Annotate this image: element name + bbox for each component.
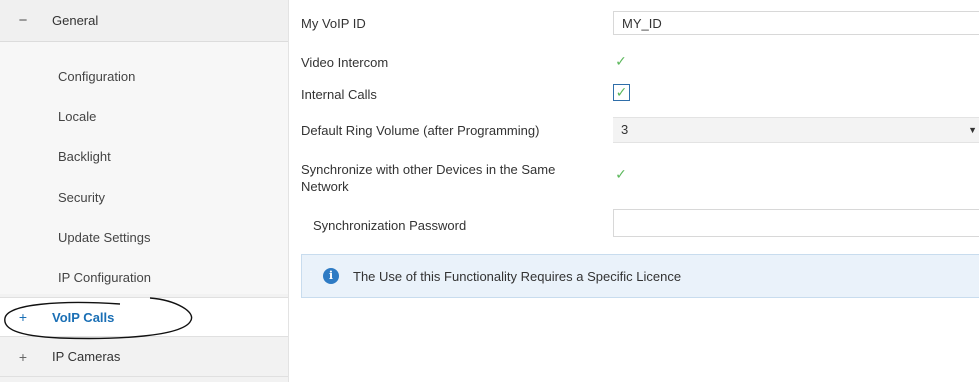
general-subitems: Configuration Locale Backlight Security … <box>0 42 288 294</box>
ring-volume-label: Default Ring Volume (after Programming) <box>301 123 540 138</box>
sidebar-item-configuration[interactable]: Configuration <box>58 69 135 84</box>
sync-password-label: Synchronization Password <box>313 218 467 233</box>
voip-id-input[interactable] <box>613 11 979 35</box>
sidebar-item-update-settings[interactable]: Update Settings <box>58 230 151 245</box>
video-intercom-checkbox[interactable]: ✓ <box>613 53 629 69</box>
dropdown-caret-icon[interactable]: ▼ <box>968 118 977 142</box>
sidebar-item-label: IP Cameras <box>52 349 121 364</box>
ring-volume-select[interactable]: 3 ▼ <box>613 117 979 143</box>
sync-password-input[interactable] <box>613 209 979 237</box>
sidebar-item-label: General <box>52 13 99 28</box>
sidebar-item-voip-calls[interactable]: + VoIP Calls <box>0 297 288 337</box>
sidebar-item-ip-cameras[interactable]: + IP Cameras <box>0 337 288 377</box>
expand-icon[interactable]: + <box>16 309 30 325</box>
expand-icon[interactable]: + <box>16 349 30 365</box>
ring-volume-value: 3 <box>621 122 629 137</box>
voip-id-label: My VoIP ID <box>301 16 366 31</box>
internal-calls-label: Internal Calls <box>301 87 377 102</box>
sidebar-item-general[interactable]: − General <box>0 0 288 42</box>
video-intercom-label: Video Intercom <box>301 55 389 70</box>
sidebar: − General Configuration Locale Backlight… <box>0 0 289 382</box>
licence-info-text: The Use of this Functionality Requires a… <box>353 268 682 284</box>
sidebar-item-locale[interactable]: Locale <box>58 109 96 124</box>
sync-devices-checkbox[interactable]: ✓ <box>613 166 629 182</box>
internal-calls-checkbox[interactable]: ✓ <box>613 84 630 101</box>
info-icon: i <box>323 268 339 284</box>
licence-info-box: i The Use of this Functionality Requires… <box>301 254 979 298</box>
collapse-icon[interactable]: − <box>16 12 30 29</box>
sidebar-item-ip-configuration[interactable]: IP Configuration <box>58 270 151 285</box>
sidebar-item-security[interactable]: Security <box>58 190 105 205</box>
sidebar-item-backlight[interactable]: Backlight <box>58 149 111 164</box>
sidebar-item-label: VoIP Calls <box>52 309 115 325</box>
settings-panel: My VoIP ID Video Intercom ✓ Internal Cal… <box>289 0 979 382</box>
sync-devices-label-line2: Network <box>301 179 349 194</box>
sync-devices-label-line1: Synchronize with other Devices in the Sa… <box>301 162 556 177</box>
